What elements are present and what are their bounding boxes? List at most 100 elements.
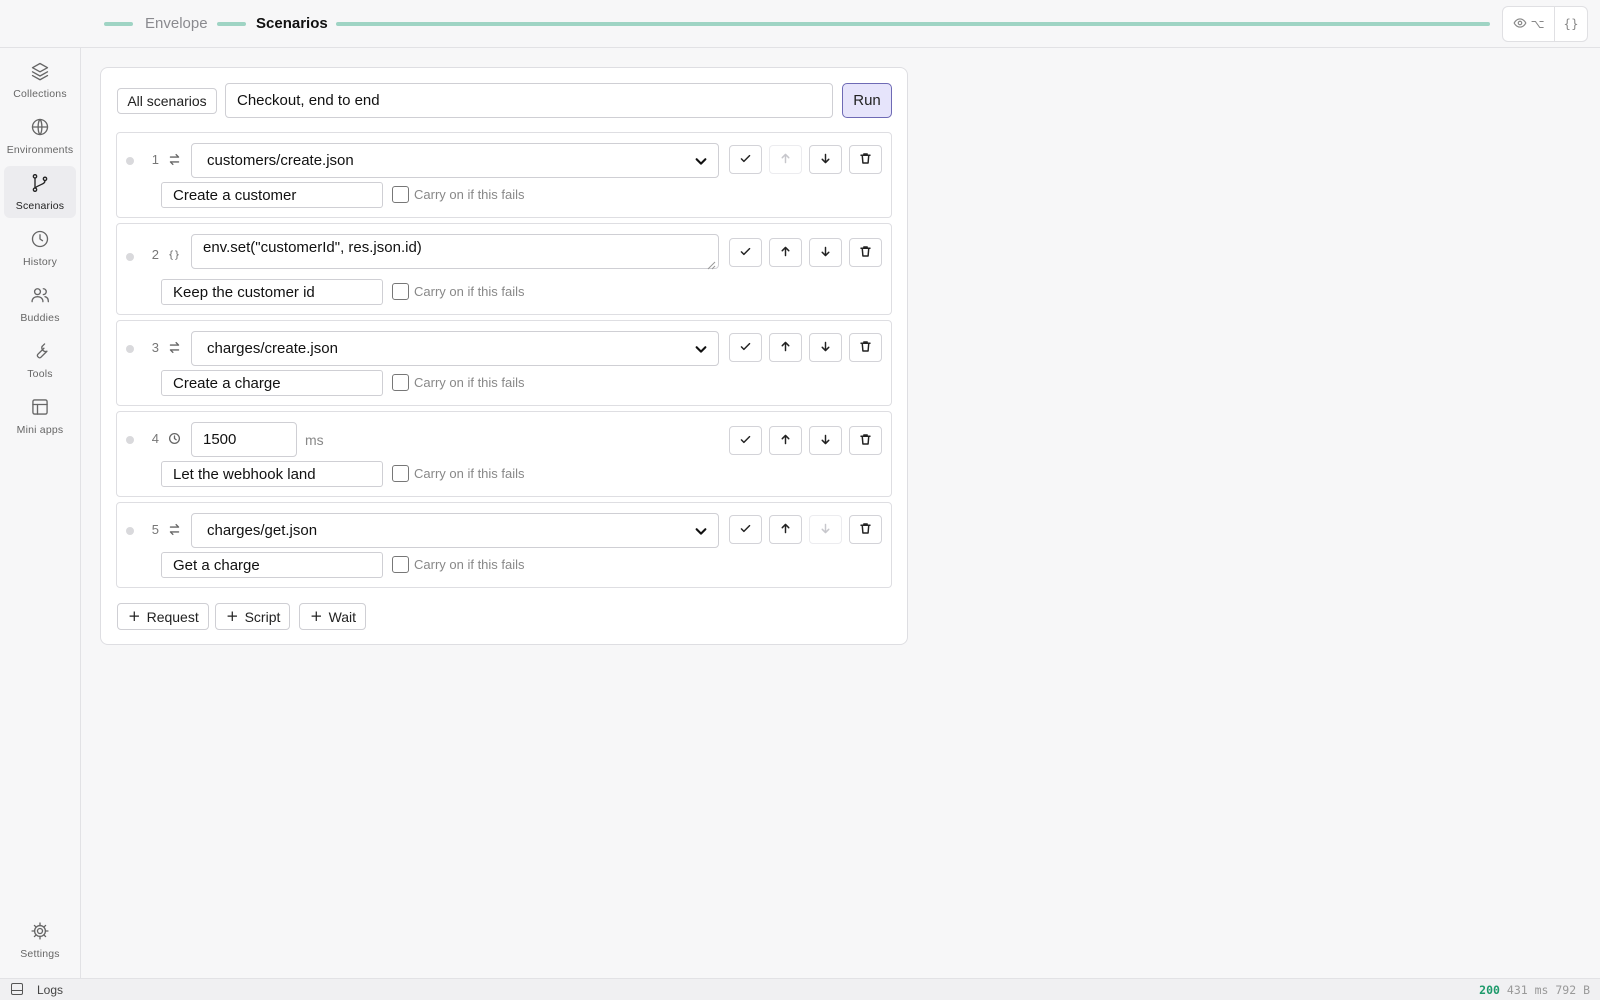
wait-duration-input[interactable]: 1500 [191,422,297,457]
scenario-step-3: 3 charges/create.json Create a charge Ca… [116,320,892,406]
breadcrumb-divider [217,22,246,26]
move-down-button[interactable] [809,515,842,544]
trash-icon [859,433,872,449]
request-select[interactable]: charges/create.json [191,331,719,366]
sidebar-item-label: Scenarios [15,199,65,212]
enable-step-button[interactable] [729,515,762,544]
delete-step-button[interactable] [849,333,882,362]
trash-icon [859,522,872,538]
step-name-input[interactable]: Create a charge [161,370,383,396]
move-down-button[interactable] [809,426,842,455]
sidebar-item-scenarios[interactable]: Scenarios [4,166,76,218]
check-icon [739,340,752,356]
status-bar: Logs 200 431 ms 792 B [0,978,1600,1000]
step-name-input[interactable]: Keep the customer id [161,279,383,305]
arrow-down-icon [819,245,832,261]
carry-on-checkbox[interactable] [392,283,409,300]
code-view-button[interactable]: {} [1555,7,1587,41]
add-script-button[interactable]: + Script [215,603,291,630]
move-down-button[interactable] [809,238,842,267]
carry-on-checkbox[interactable] [392,556,409,573]
add-wait-button[interactable]: + Wait [299,603,367,630]
arrow-up-icon [779,522,792,538]
add-wait-label: Wait [328,608,357,625]
layers-icon [30,61,50,84]
run-button[interactable]: Run [842,83,892,118]
carry-on-checkbox[interactable] [392,374,409,391]
sidebar-item-buddies[interactable]: Buddies [4,278,76,330]
sidebar-item-collections[interactable]: Collections [4,54,76,106]
scenario-name-input[interactable]: Checkout, end to end [225,83,833,118]
move-up-button[interactable] [769,145,802,174]
step-number: 1 [151,152,159,167]
scenario-step-5: 5 charges/get.json Get a charge Carry on… [116,502,892,588]
move-up-button[interactable] [769,515,802,544]
drag-handle[interactable] [126,345,134,353]
step-name-input[interactable]: Create a customer [161,182,383,208]
move-up-button[interactable] [769,426,802,455]
sidebar-item-mini-apps[interactable]: Mini apps [4,390,76,442]
carry-on-label: Carry on if this fails [414,284,525,299]
delete-step-button[interactable] [849,238,882,267]
breadcrumb-divider [104,22,133,26]
move-down-button[interactable] [809,333,842,362]
sidebar-item-label: Settings [20,947,60,960]
sidebar-item-label: Mini apps [16,423,64,436]
step-name-input[interactable]: Let the webhook land [161,461,383,487]
sidebar-item-tools[interactable]: Tools [4,334,76,386]
resize-grip-icon[interactable] [707,257,716,270]
globe-icon [30,117,50,140]
arrow-up-icon [779,152,792,168]
enable-step-button[interactable] [729,145,762,174]
sidebar-item-environments[interactable]: Environments [4,110,76,162]
duration-unit: ms [305,432,324,448]
scenario-step-2: 2 {} env.set("customerId", res.json.id) … [116,223,892,315]
move-up-button[interactable] [769,333,802,362]
step-name-input[interactable]: Get a charge [161,552,383,578]
preview-toggle-button[interactable]: ⌥ [1503,7,1555,41]
sidebar-item-settings[interactable]: Settings [4,914,76,966]
drag-handle[interactable] [126,157,134,165]
drag-handle[interactable] [126,527,134,535]
git-branch-icon [30,173,50,196]
carry-on-label: Carry on if this fails [414,375,525,390]
trash-icon [859,245,872,261]
enable-step-button[interactable] [729,238,762,267]
delete-step-button[interactable] [849,145,882,174]
trash-icon [859,340,872,356]
enable-step-button[interactable] [729,333,762,362]
sidebar-item-label: Collections [13,87,67,100]
check-icon [739,433,752,449]
request-icon [167,522,181,536]
response-size: 792 B [1555,983,1590,997]
add-request-button[interactable]: + Request [117,603,209,630]
drag-handle[interactable] [126,436,134,444]
move-down-button[interactable] [809,145,842,174]
carry-on-checkbox[interactable] [392,186,409,203]
carry-on-checkbox[interactable] [392,465,409,482]
drag-handle[interactable] [126,253,134,261]
request-select-value: charges/create.json [207,340,338,357]
clock-icon [30,229,50,252]
delete-step-button[interactable] [849,426,882,455]
sidebar-item-label: Buddies [20,311,60,324]
script-editor[interactable]: env.set("customerId", res.json.id) [191,234,719,270]
request-select[interactable]: customers/create.json [191,143,719,178]
sidebar-item-history[interactable]: History [4,222,76,274]
option-key-icon: ⌥ [1530,17,1545,31]
chevron-down-icon [694,342,708,356]
scenario-step-4: 4 1500 ms Let the webhook land Carry on … [116,411,892,497]
gear-icon [30,921,50,944]
panel-icon[interactable] [11,983,23,995]
request-select[interactable]: charges/get.json [191,513,719,548]
move-up-button[interactable] [769,238,802,267]
breadcrumb-envelope[interactable]: Envelope [145,15,208,32]
status-code: 200 [1479,983,1500,997]
chevron-down-icon [694,524,708,538]
check-icon [739,152,752,168]
request-select-value: customers/create.json [207,152,354,169]
logs-toggle[interactable]: Logs [37,983,63,997]
enable-step-button[interactable] [729,426,762,455]
delete-step-button[interactable] [849,515,882,544]
all-scenarios-button[interactable]: All scenarios [117,88,217,114]
